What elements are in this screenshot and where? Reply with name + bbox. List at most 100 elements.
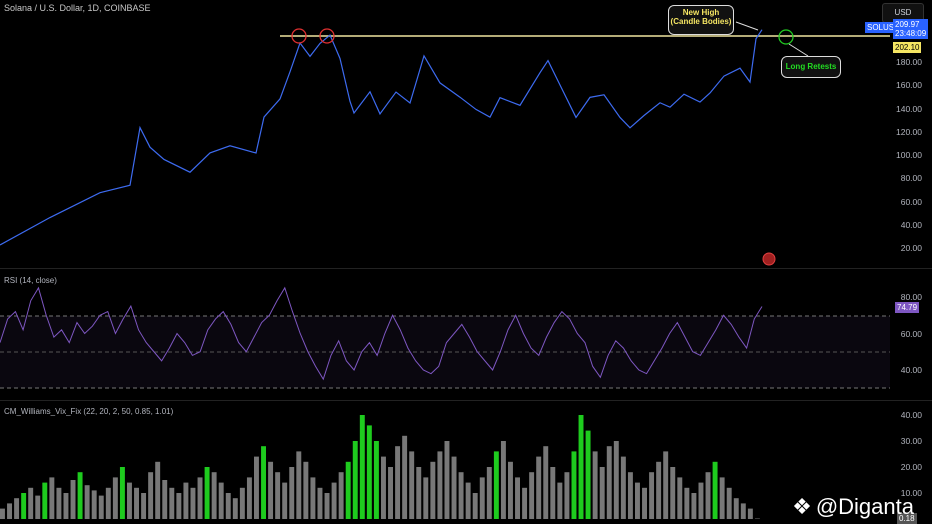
- vix-bar: [536, 456, 542, 519]
- vix-bar: [239, 487, 245, 519]
- countdown: 23:48:09: [895, 29, 927, 38]
- vix-bar: [275, 472, 281, 519]
- vix-bar: [183, 482, 189, 519]
- vix-bar: [14, 498, 20, 519]
- vix-bar: [35, 495, 41, 519]
- vix-bar: [211, 472, 217, 519]
- vix-bar: [105, 487, 111, 519]
- vix-bar: [155, 461, 161, 519]
- vix-bar: [225, 493, 231, 519]
- vix-bar: [402, 435, 408, 519]
- vix-bar: [409, 451, 415, 519]
- vix-bar: [49, 477, 55, 519]
- vix-bar: [324, 493, 330, 519]
- vix-bar: [557, 482, 563, 519]
- vix-bar: [698, 482, 704, 519]
- vix-bar: [719, 477, 725, 519]
- retest-circle: [778, 29, 794, 45]
- vix-bar: [338, 472, 344, 519]
- vix-bars: [0, 415, 760, 519]
- vix-bar: [733, 498, 739, 519]
- vix-bar: [162, 480, 168, 519]
- vix-bar: [508, 461, 513, 519]
- vix-bar: [465, 482, 471, 519]
- axis-tick: 40.00: [900, 365, 922, 375]
- callout-pointer: [788, 43, 809, 57]
- vix-bar: [317, 487, 323, 519]
- vix-bar: [529, 472, 535, 519]
- vix-bar: [232, 498, 238, 519]
- vix-bar: [127, 482, 132, 519]
- vix-bar: [98, 495, 104, 519]
- vix-bar: [705, 472, 711, 519]
- vix-bar: [197, 477, 203, 519]
- vix-bar: [77, 472, 83, 519]
- vix-bar: [141, 493, 147, 519]
- axis-tick: 30.00: [900, 436, 922, 446]
- vix-bar: [7, 503, 12, 519]
- axis-tick: 140.00: [896, 103, 922, 114]
- vix-bar: [359, 415, 365, 519]
- axis-tick: 80.00: [900, 173, 922, 184]
- vix-bar: [303, 461, 309, 519]
- vix-bar: [423, 477, 429, 519]
- level-label: 202.10: [893, 42, 922, 53]
- vix-bar: [289, 467, 295, 519]
- axis-tick: 160.00: [896, 80, 922, 91]
- vix-bar: [472, 493, 478, 519]
- retest-callout: Long Retests: [781, 56, 841, 78]
- axis-tick: 180.00: [896, 57, 922, 67]
- pane-divider[interactable]: [0, 400, 932, 401]
- vix-bar: [458, 472, 464, 519]
- vix-bar: [190, 487, 196, 519]
- vix-bar: [134, 487, 139, 519]
- vix-bar: [112, 477, 118, 519]
- event-flag-icon: [762, 252, 776, 266]
- callout-pointer: [735, 21, 759, 31]
- vix-bar: [606, 446, 612, 519]
- vix-bar: [677, 477, 683, 519]
- vix-bar: [479, 477, 485, 519]
- vix-bar: [564, 472, 570, 519]
- vix-bar: [635, 482, 640, 519]
- vix-bar: [740, 503, 746, 519]
- vix-bar: [712, 461, 718, 519]
- axis-tick: 20.00: [900, 462, 922, 472]
- vix-bar: [21, 493, 27, 519]
- vix-bar: [119, 467, 125, 519]
- vix-bar: [451, 456, 457, 519]
- vix-bar: [176, 493, 182, 519]
- diamond-logo-icon: ❖: [792, 494, 812, 519]
- vix-bar: [430, 461, 436, 519]
- axis-tick: 20.00: [900, 243, 922, 253]
- vix-bar: [684, 487, 690, 519]
- vix-bar: [345, 461, 351, 519]
- vix-bar: [493, 451, 499, 519]
- callout-text: New High: [682, 8, 720, 17]
- axis-tick: 80.00: [900, 292, 922, 302]
- vix-bar: [91, 490, 97, 519]
- vix-bar: [437, 451, 443, 519]
- vix-bar: [204, 467, 210, 519]
- vix-label[interactable]: CM_Williams_Vix_Fix (22, 20, 2, 50, 0.85…: [4, 407, 173, 416]
- vix-bar: [416, 467, 422, 519]
- chart-canvas[interactable]: [0, 0, 932, 524]
- axis-tick: 40.00: [900, 410, 922, 420]
- vix-bar: [388, 467, 393, 519]
- vix-bar: [543, 446, 549, 519]
- axis-tick: 60.00: [900, 196, 922, 207]
- vix-bar: [649, 472, 655, 519]
- axis-tick: 60.00: [900, 329, 922, 339]
- vix-bar: [261, 446, 266, 519]
- new-high-callout: New High (Candle Bodies): [668, 5, 734, 35]
- vix-bar: [585, 430, 591, 519]
- vix-bar: [218, 482, 224, 519]
- vix-bar: [691, 493, 697, 519]
- vix-bar: [352, 441, 358, 519]
- vix-bar: [148, 472, 154, 519]
- vix-bar: [550, 467, 556, 519]
- vix-bar: [663, 451, 669, 519]
- pane-divider[interactable]: [0, 268, 932, 269]
- vix-bar: [500, 441, 506, 519]
- rsi-label[interactable]: RSI (14, close): [4, 276, 57, 285]
